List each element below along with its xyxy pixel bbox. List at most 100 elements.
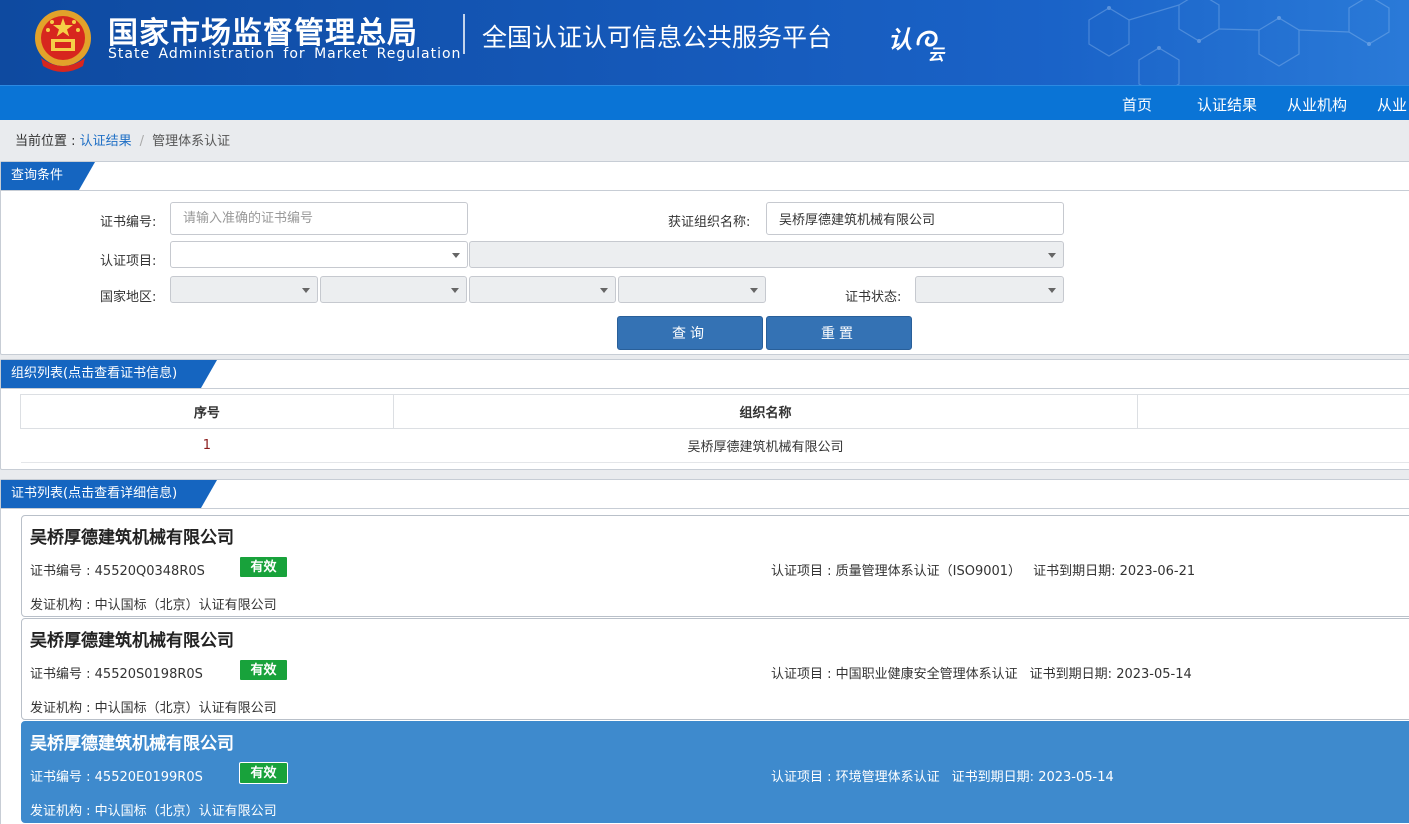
breadcrumb-current: 管理体系认证	[152, 134, 231, 149]
col-header-org-name: 组织名称	[392, 394, 1139, 429]
cert-project: 认证项目 : 环境管理体系认证 证书到期日期: 2023-05-14	[771, 766, 1114, 785]
cert-project-label: 认证项目 :	[771, 564, 836, 579]
reset-button[interactable]: 重置	[766, 316, 912, 350]
cert-org-name: 吴桥厚德建筑机械有限公司	[30, 631, 234, 651]
status-select[interactable]	[915, 276, 1064, 303]
site-header: 国家市场监督管理总局 State Administration for Mark…	[0, 0, 1409, 85]
renzheng-yun-logo-icon: 认 云	[888, 26, 946, 64]
chevron-down-icon	[302, 288, 310, 293]
cert-project-label: 认证项目 :	[771, 667, 836, 682]
svg-text:云: 云	[928, 45, 946, 64]
breadcrumb-link-cert-results[interactable]: 认证结果	[80, 134, 132, 149]
row-org-name[interactable]: 吴桥厚德建筑机械有限公司	[393, 428, 1138, 463]
table-header-row: 序号 组织名称	[20, 394, 1409, 429]
cert-project-value: 中国职业健康安全管理体系认证	[835, 667, 1018, 682]
cert-project: 认证项目 : 中国职业健康安全管理体系认证 证书到期日期: 2023-05-14	[771, 663, 1192, 682]
status-badge: 有效	[239, 556, 288, 578]
chevron-down-icon	[600, 288, 608, 293]
project-category-select[interactable]	[170, 241, 468, 268]
cert-no-label: 证书编号 :	[30, 667, 95, 682]
cert-expiry-value: 2023-06-21	[1119, 564, 1196, 579]
cert-no-value: 45520E0199R0S	[94, 770, 203, 785]
cert-issuer: 发证机构 : 中认国标（北京）认证有限公司	[30, 697, 277, 716]
cert-number: 证书编号 : 45520Q0348R0S	[30, 560, 205, 579]
cert-no-label: 证书编号 :	[30, 770, 95, 785]
chevron-down-icon	[1048, 253, 1056, 258]
cert-number: 证书编号 : 45520S0198R0S	[30, 663, 203, 682]
cert-no-input[interactable]	[170, 202, 468, 235]
status-badge: 有效	[239, 762, 288, 784]
org-list-header: 组织列表(点击查看证书信息)	[1, 360, 1409, 389]
cert-list-panel: 证书列表(点击查看详细信息) 吴桥厚德建筑机械有限公司 证书编号 : 45520…	[0, 479, 1409, 824]
region-label: 国家地区:	[100, 290, 157, 305]
col-header-extra	[1137, 394, 1409, 429]
cert-expiry-label: 证书到期日期:	[1029, 667, 1117, 682]
org-name-input[interactable]	[766, 202, 1064, 235]
svg-text:认: 认	[888, 26, 912, 54]
cert-project-label: 认证项目 :	[771, 770, 836, 785]
nav-home[interactable]: 首页	[1122, 94, 1152, 115]
hexagon-pattern-icon	[1088, 0, 1390, 85]
query-panel-title: 查询条件	[1, 162, 95, 190]
cert-no-value: 45520Q0348R0S	[94, 564, 205, 579]
region-select-4[interactable]	[618, 276, 766, 303]
cert-no-label: 证书编号 :	[30, 564, 95, 579]
national-emblem-icon	[35, 10, 91, 72]
row-extra	[1137, 428, 1409, 463]
breadcrumb: 当前位置 : 认证结果 / 管理体系认证	[15, 130, 230, 149]
cert-number: 证书编号 : 45520E0199R0S	[30, 766, 203, 785]
cert-org-name: 吴桥厚德建筑机械有限公司	[30, 734, 234, 754]
table-row[interactable]: 1 吴桥厚德建筑机械有限公司	[20, 428, 1409, 463]
cert-issuer: 发证机构 : 中认国标（北京）认证有限公司	[30, 594, 277, 613]
cert-expiry-label: 证书到期日期:	[1033, 564, 1120, 579]
cert-expiry-value: 2023-05-14	[1116, 667, 1192, 682]
chevron-down-icon	[1048, 288, 1056, 293]
project-label: 认证项目:	[100, 254, 157, 269]
nav-institutions[interactable]: 从业机构	[1287, 94, 1347, 115]
cert-issuer-value: 中认国标（北京）认证有限公司	[94, 701, 277, 716]
agency-name-en: State Administration for Market Regulati…	[108, 46, 462, 62]
cert-issuer-value: 中认国标（北京）认证有限公司	[94, 598, 277, 613]
region-select-1[interactable]	[170, 276, 318, 303]
row-index: 1	[20, 428, 394, 463]
cert-issuer-label: 发证机构 :	[30, 804, 95, 819]
cert-project-value: 质量管理体系认证（ISO9001）	[835, 564, 1022, 579]
region-select-3[interactable]	[469, 276, 616, 303]
org-table: 序号 组织名称 1 吴桥厚德建筑机械有限公司	[20, 394, 1409, 463]
query-panel: 查询条件 证书编号: 获证组织名称: 认证项目: 国家地区: 证书状态: 查询 …	[0, 161, 1409, 355]
cert-card-selected[interactable]: 吴桥厚德建筑机械有限公司 证书编号 : 45520E0199R0S 有效 认证项…	[21, 721, 1409, 823]
nav-practitioners[interactable]: 从业	[1377, 94, 1407, 115]
status-badge: 有效	[239, 659, 288, 681]
platform-title: 全国认证认可信息公共服务平台	[482, 23, 833, 52]
cert-list-header: 证书列表(点击查看详细信息)	[1, 480, 1409, 509]
project-subcategory-select[interactable]	[469, 241, 1064, 268]
cert-project-value: 环境管理体系认证	[835, 770, 940, 785]
cert-card[interactable]: 吴桥厚德建筑机械有限公司 证书编号 : 45520S0198R0S 有效 认证项…	[21, 618, 1409, 720]
cert-list-title: 证书列表(点击查看详细信息)	[1, 480, 217, 508]
cert-issuer-label: 发证机构 :	[30, 598, 95, 613]
main-nav: 首页 认证结果 从业机构 从业	[0, 85, 1409, 120]
cert-org-name: 吴桥厚德建筑机械有限公司	[30, 528, 234, 548]
breadcrumb-prefix: 当前位置 :	[15, 134, 76, 149]
org-list-panel: 组织列表(点击查看证书信息) 序号 组织名称 1 吴桥厚德建筑机械有限公司	[0, 359, 1409, 470]
chevron-down-icon	[452, 253, 460, 258]
status-label: 证书状态:	[845, 290, 902, 305]
cert-issuer: 发证机构 : 中认国标（北京）认证有限公司	[30, 800, 277, 819]
search-button[interactable]: 查询	[617, 316, 763, 350]
cert-issuer-label: 发证机构 :	[30, 701, 95, 716]
cert-issuer-value: 中认国标（北京）认证有限公司	[94, 804, 277, 819]
cert-card[interactable]: 吴桥厚德建筑机械有限公司 证书编号 : 45520Q0348R0S 有效 认证项…	[21, 515, 1409, 617]
cert-no-label: 证书编号:	[100, 215, 157, 230]
cert-expiry-value: 2023-05-14	[1038, 770, 1114, 785]
col-header-index: 序号	[20, 394, 394, 429]
brand-divider	[463, 14, 465, 54]
chevron-down-icon	[451, 288, 459, 293]
org-name-label: 获证组织名称:	[668, 215, 751, 230]
region-select-2[interactable]	[320, 276, 467, 303]
query-panel-header: 查询条件	[1, 162, 1409, 191]
breadcrumb-separator: /	[139, 134, 145, 149]
nav-cert-results[interactable]: 认证结果	[1197, 94, 1257, 115]
cert-no-value: 45520S0198R0S	[94, 667, 203, 682]
org-list-title: 组织列表(点击查看证书信息)	[1, 360, 217, 388]
chevron-down-icon	[750, 288, 758, 293]
